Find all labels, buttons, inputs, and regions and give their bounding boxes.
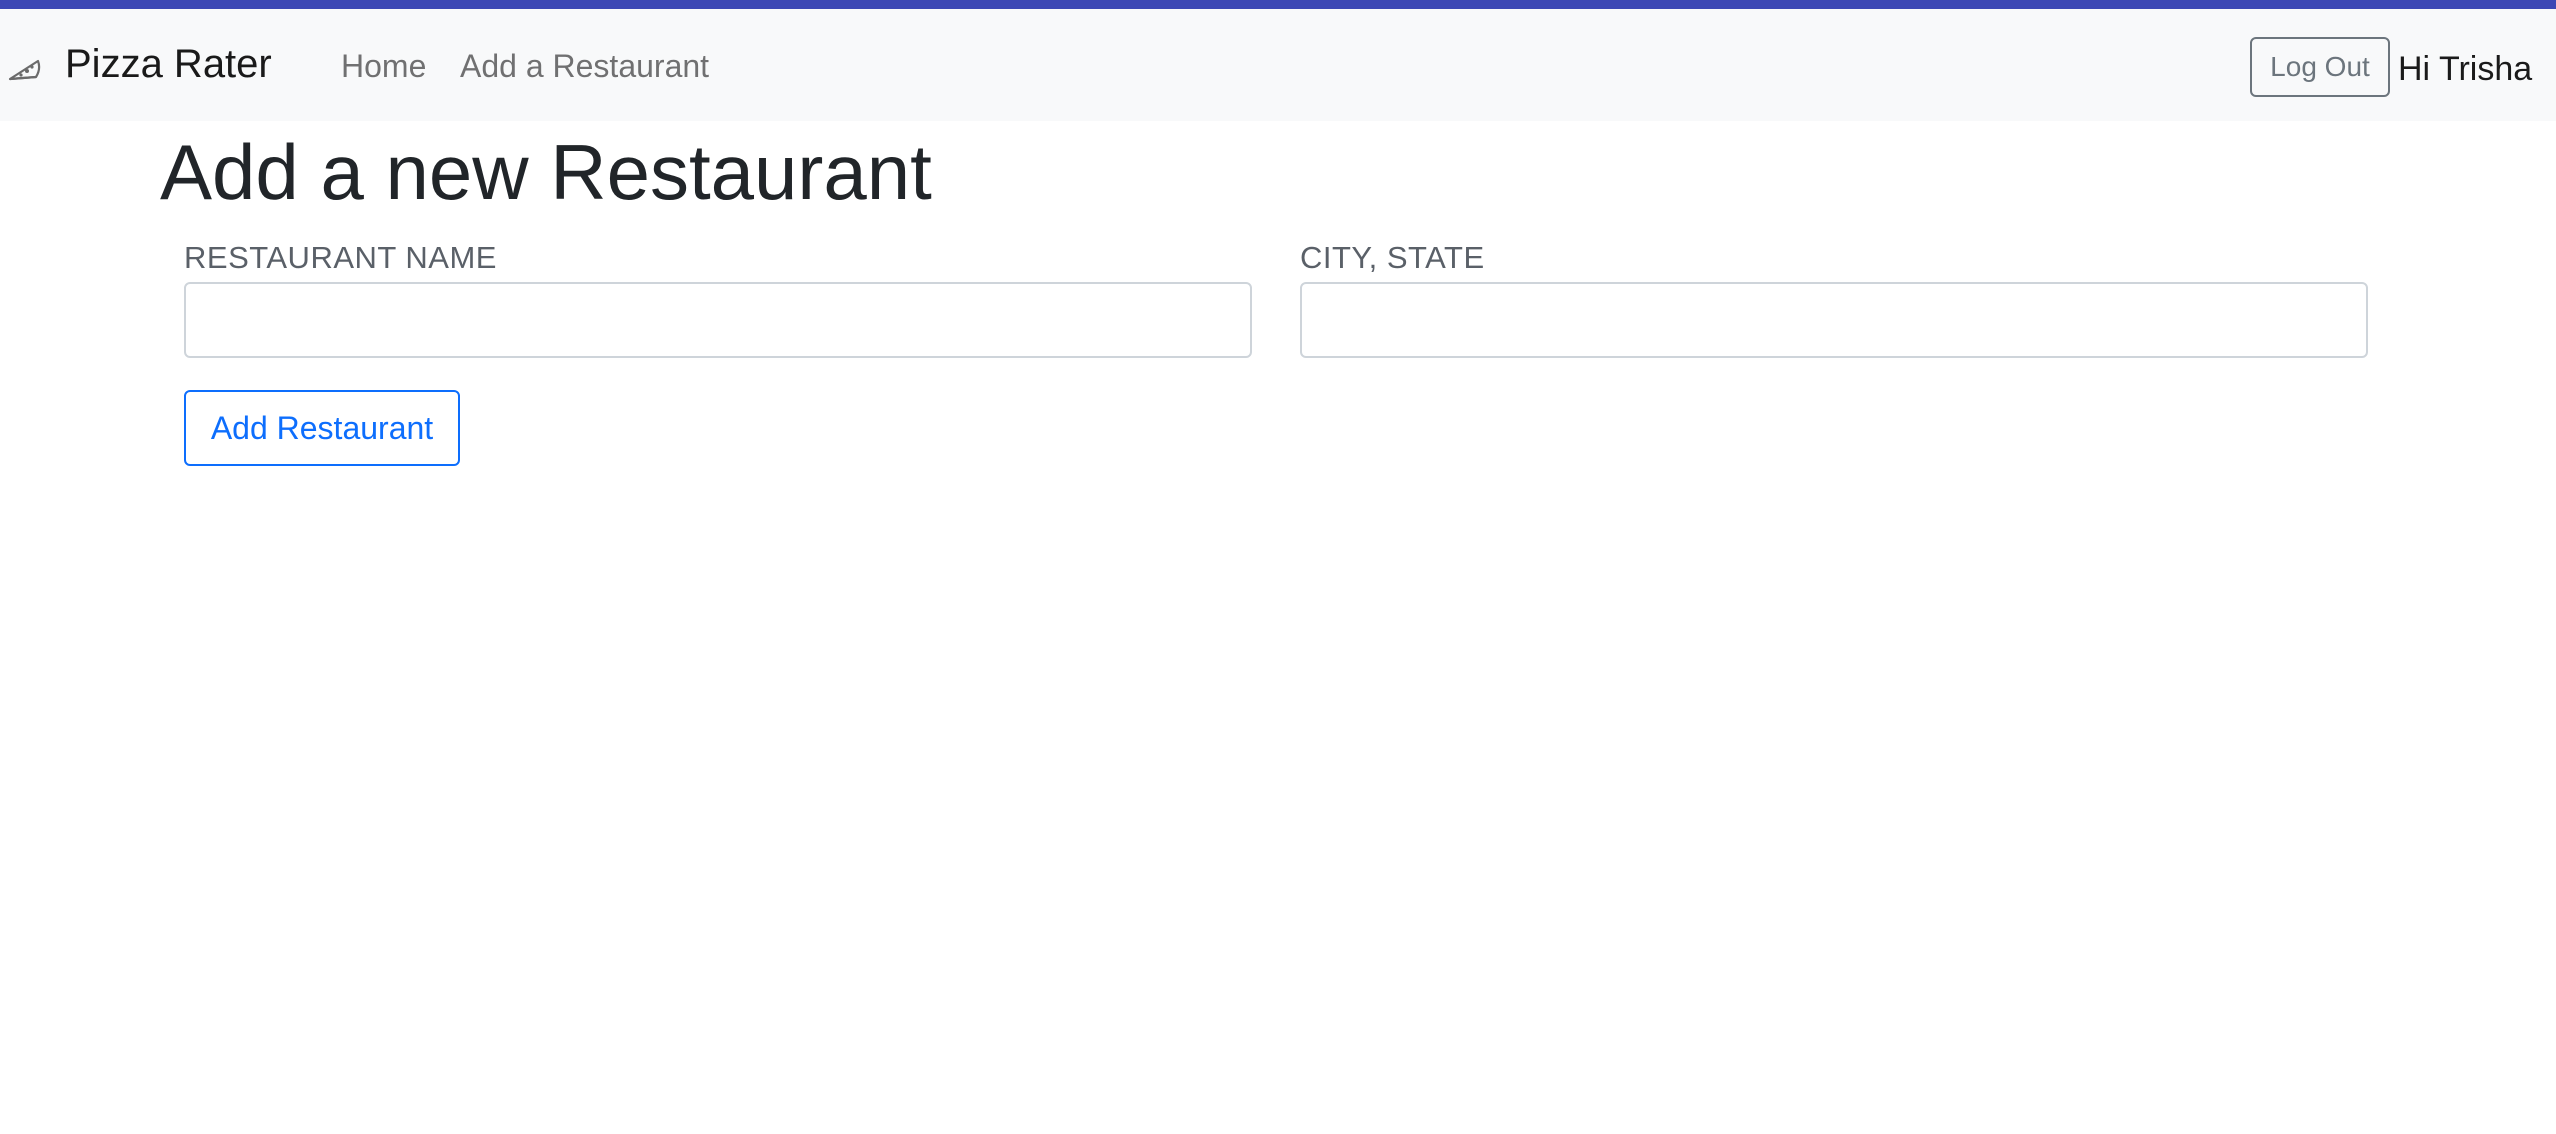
top-accent-bar: [0, 0, 2556, 9]
restaurant-name-label: RESTAURANT NAME: [184, 240, 497, 275]
restaurant-name-input[interactable]: [184, 282, 1252, 358]
brand-link[interactable]: Pizza Rater: [65, 39, 272, 89]
user-greeting: Hi Trisha: [2398, 50, 2533, 88]
city-state-input[interactable]: [1300, 282, 2368, 358]
navbar: Pizza Rater Home Add a Restaurant Log Ou…: [0, 9, 2556, 121]
nav-link-add-restaurant[interactable]: Add a Restaurant: [460, 41, 709, 91]
add-restaurant-button[interactable]: Add Restaurant: [184, 390, 460, 466]
city-state-label: CITY, STATE: [1300, 240, 1485, 275]
page-title: Add a new Restaurant: [160, 128, 932, 216]
pizza-slice-icon: [8, 59, 41, 81]
logout-button[interactable]: Log Out: [2250, 37, 2390, 97]
nav-link-home[interactable]: Home: [341, 41, 426, 91]
